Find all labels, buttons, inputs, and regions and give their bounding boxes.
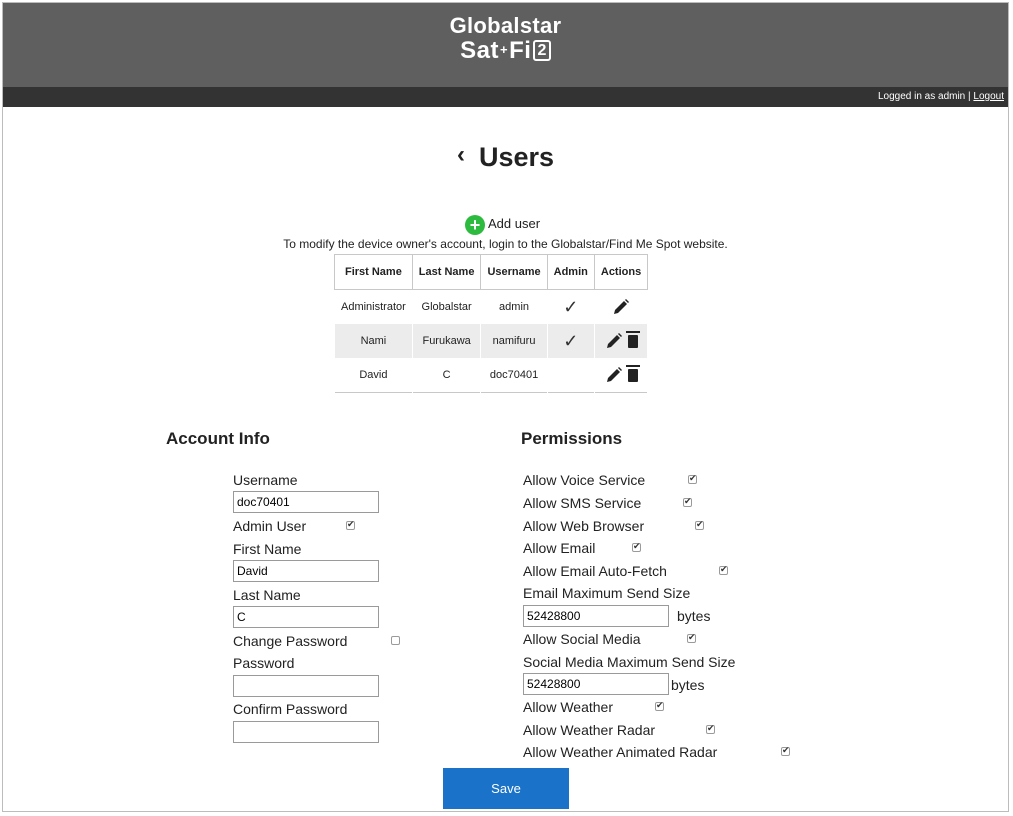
email-max-size-unit: bytes — [677, 608, 711, 624]
email-max-size-input[interactable] — [523, 605, 669, 627]
admin-user-checkbox[interactable] — [346, 519, 355, 530]
last-name-input[interactable] — [233, 606, 379, 628]
logo-plus: + — [500, 42, 509, 57]
logo-sat: Sat — [460, 37, 500, 64]
table-row: David C doc70401 — [334, 358, 649, 393]
animated-radar-checkbox[interactable] — [781, 745, 790, 756]
social-media-label: Allow Social Media — [523, 631, 641, 647]
weather-radar-label: Allow Weather Radar — [523, 722, 656, 738]
header-bar: Globalstar Sat+Fi 2 — [3, 3, 1008, 87]
cell-username: doc70401 — [480, 358, 548, 393]
weather-radar-checkbox[interactable] — [706, 723, 715, 734]
web-browser-checkbox[interactable] — [695, 519, 704, 530]
weather-label: Allow Weather — [523, 699, 614, 715]
social-media-checkbox[interactable] — [687, 632, 696, 643]
sms-service-checkbox[interactable] — [683, 496, 692, 507]
table-row: Nami Furukawa namifuru ✓ — [334, 324, 649, 358]
column-header: First Name — [334, 254, 413, 290]
edit-pencil-icon[interactable] — [612, 298, 630, 316]
column-header: Actions — [593, 254, 649, 290]
social-max-size-unit: bytes — [671, 677, 705, 693]
username-label: Username — [233, 472, 298, 488]
cell-last-name: Globalstar — [411, 289, 482, 324]
table-row: Administrator Globalstar admin ✓ — [334, 289, 649, 324]
column-header: Last Name — [411, 254, 482, 290]
column-header: Username — [480, 254, 548, 290]
login-status: Logged in as admin | — [877, 91, 974, 102]
status-bar: Logged in as admin | Logout — [3, 87, 1008, 107]
delete-trash-icon[interactable] — [625, 330, 640, 348]
voice-service-checkbox[interactable] — [688, 473, 697, 484]
cell-last-name: Furukawa — [411, 324, 482, 358]
change-password-label: Change Password — [233, 633, 348, 649]
users-table: First Name Last Name Username Admin Acti… — [334, 254, 649, 393]
logo-line1: Globalstar — [449, 13, 562, 38]
change-password-checkbox[interactable] — [391, 636, 400, 645]
page-title-row: ‹ Users — [3, 141, 1008, 173]
logo-fi: Fi — [509, 37, 532, 64]
cell-first-name: Nami — [334, 324, 413, 358]
confirm-password-label: Confirm Password — [233, 701, 348, 717]
username-input[interactable] — [233, 491, 379, 513]
logo-line2: Sat+Fi 2 — [3, 37, 1008, 65]
cell-first-name: David — [334, 358, 413, 393]
first-name-input[interactable] — [233, 560, 379, 582]
cell-username: namifuru — [480, 324, 548, 358]
cell-username: admin — [480, 289, 548, 324]
save-button[interactable]: Save — [443, 768, 569, 809]
edit-pencil-icon[interactable] — [605, 366, 623, 384]
voice-service-label: Allow Voice Service — [523, 472, 646, 488]
cell-actions — [593, 289, 649, 324]
cell-actions — [593, 358, 649, 393]
page-title: Users — [478, 142, 555, 172]
email-label: Allow Email — [523, 540, 596, 556]
web-browser-label: Allow Web Browser — [523, 518, 645, 534]
owner-account-notice: To modify the device owner's account, lo… — [283, 237, 728, 251]
table-header-row: First Name Last Name Username Admin Acti… — [334, 254, 649, 290]
weather-checkbox[interactable] — [655, 700, 664, 711]
plus-circle-icon[interactable]: + — [465, 214, 485, 235]
first-name-label: First Name — [233, 541, 302, 557]
permissions-heading: Permissions — [521, 429, 623, 448]
email-checkbox[interactable] — [632, 541, 641, 552]
account-info-heading: Account Info — [166, 429, 270, 448]
logout-link[interactable]: Logout — [973, 91, 1004, 102]
animated-radar-label: Allow Weather Animated Radar — [523, 744, 718, 760]
sms-service-label: Allow SMS Service — [523, 495, 642, 511]
social-max-size-label: Social Media Maximum Send Size — [523, 654, 736, 670]
back-chevron-icon[interactable]: ‹ — [457, 141, 465, 168]
email-autofetch-label: Allow Email Auto-Fetch — [523, 563, 667, 579]
cell-last-name: C — [411, 358, 482, 393]
email-autofetch-checkbox[interactable] — [719, 564, 728, 575]
delete-trash-icon[interactable] — [625, 364, 640, 382]
cell-first-name: Administrator — [334, 289, 413, 324]
admin-user-label: Admin User — [233, 518, 307, 534]
email-max-size-label: Email Maximum Send Size — [523, 585, 691, 601]
app-window: Globalstar Sat+Fi 2 Logged in as admin | … — [2, 2, 1009, 812]
logo-version: 2 — [533, 40, 551, 61]
add-user-label[interactable]: Add user — [488, 216, 540, 231]
cell-actions — [593, 324, 649, 358]
password-label: Password — [233, 655, 295, 671]
admin-check-icon: ✓ — [546, 324, 595, 358]
edit-pencil-icon[interactable] — [605, 332, 623, 350]
last-name-label: Last Name — [233, 587, 301, 603]
column-header: Admin — [546, 254, 595, 290]
social-max-size-input[interactable] — [523, 673, 669, 695]
confirm-password-input[interactable] — [233, 721, 379, 743]
add-user-button[interactable]: + Add user — [465, 213, 540, 235]
password-input[interactable] — [233, 675, 379, 697]
admin-check-icon: ✓ — [546, 289, 595, 324]
admin-check-icon — [546, 358, 595, 393]
